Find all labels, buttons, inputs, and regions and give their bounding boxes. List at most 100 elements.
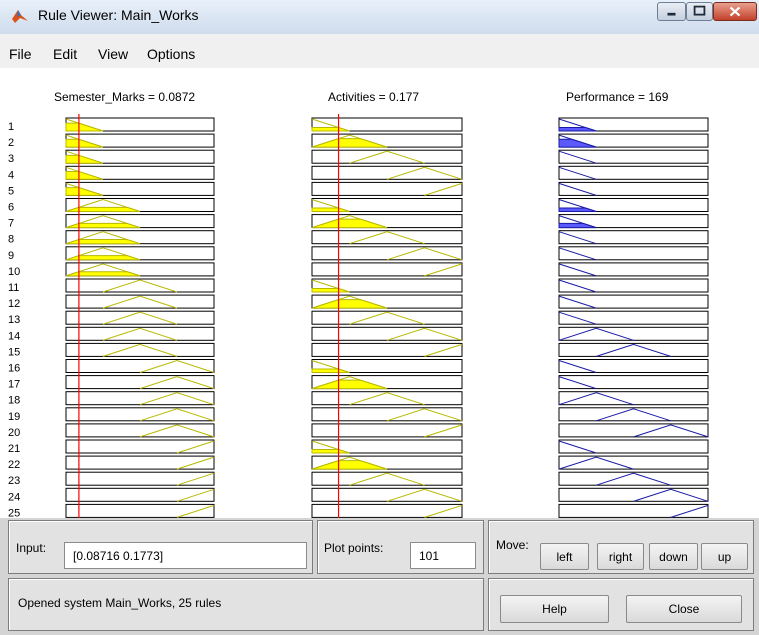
rules-plot[interactable]: 1234567891011121314151617181920212223242… — [0, 68, 759, 530]
activities-rule-box — [311, 391, 463, 406]
performance-rule-box — [558, 375, 709, 390]
semester-mf-fill — [65, 239, 141, 245]
semester-rule-box — [65, 310, 215, 325]
activities-rule-box — [311, 326, 463, 341]
activities-rule-box — [311, 487, 463, 502]
rule-number: 17 — [8, 379, 20, 391]
performance-rule-box — [558, 149, 709, 164]
activities-rule-box — [311, 471, 463, 486]
semester-rule-box — [65, 423, 215, 438]
performance-rule-box — [558, 407, 709, 422]
close-icon — [729, 6, 741, 17]
activities-rule-box — [311, 181, 463, 196]
menu-edit[interactable]: Edit — [53, 46, 77, 62]
performance-rule-box — [558, 503, 709, 518]
rule-number: 13 — [8, 314, 20, 326]
rule-number: 16 — [8, 363, 20, 375]
rule-number: 7 — [8, 218, 14, 230]
performance-rule-box — [558, 487, 709, 502]
move-up-button[interactable]: up — [701, 543, 748, 570]
rule-number: 15 — [8, 346, 20, 358]
semester-rule-box — [65, 439, 215, 454]
input-field[interactable] — [64, 542, 307, 569]
performance-rule-box — [558, 310, 709, 325]
close-window-button[interactable] — [713, 2, 757, 21]
menu-file[interactable]: File — [9, 46, 32, 62]
rule-number: 23 — [8, 475, 20, 487]
activities-rule-box — [311, 407, 463, 422]
close-button[interactable]: Close — [626, 595, 742, 623]
semester-rule-box — [65, 278, 215, 293]
performance-rule-box — [558, 455, 709, 470]
performance-rule-box — [558, 359, 709, 373]
plot-points-field[interactable] — [410, 542, 476, 569]
semester-rule-box — [65, 359, 215, 373]
rule-number: 10 — [8, 266, 20, 278]
activities-rule-box — [311, 262, 463, 277]
performance-rule-box — [558, 471, 709, 486]
plot-points-label: Plot points: — [324, 541, 384, 555]
input-group: Input: — [8, 520, 313, 574]
status-group: Opened system Main_Works, 25 rules — [8, 578, 484, 631]
rule-number: 2 — [8, 137, 14, 149]
move-right-button[interactable]: right — [597, 543, 644, 570]
performance-rule-box — [558, 181, 709, 196]
rule-number: 11 — [8, 282, 19, 294]
performance-rule-box — [558, 278, 709, 293]
performance-rule-box — [558, 246, 709, 261]
activities-rule-box — [311, 246, 463, 261]
rule-number: 12 — [8, 298, 20, 310]
minimize-button[interactable] — [657, 2, 686, 21]
menu-view[interactable]: View — [98, 46, 128, 62]
matlab-icon — [12, 10, 28, 23]
semester-rule-box — [65, 455, 215, 470]
semester-rule-box — [65, 503, 215, 518]
move-down-button[interactable]: down — [649, 543, 698, 570]
activities-rule-box — [311, 149, 463, 164]
performance-rule-box — [558, 439, 709, 454]
menu-options[interactable]: Options — [147, 46, 195, 62]
activities-rule-box — [311, 310, 463, 325]
maximize-button[interactable] — [686, 2, 713, 21]
activities-rule-box — [311, 342, 463, 357]
rule-number: 4 — [8, 169, 14, 181]
input-label: Input: — [16, 541, 47, 555]
activities-rule-box — [311, 503, 463, 518]
rule-number: 1 — [8, 121, 14, 133]
performance-rule-box — [558, 423, 709, 438]
bottom-panel: Input: Plot points: Move: left right dow… — [0, 518, 759, 635]
semester-rule-box — [65, 326, 215, 341]
performance-rule-box — [558, 294, 709, 309]
rule-number: 18 — [8, 395, 20, 407]
performance-rule-box — [558, 262, 709, 277]
performance-rule-box — [558, 230, 709, 245]
rule-number: 22 — [8, 459, 20, 471]
minimize-icon — [667, 12, 676, 16]
semester-mf-fill — [65, 271, 141, 277]
rule-number: 8 — [8, 234, 14, 246]
menu-bar: File Edit View Options — [0, 34, 759, 69]
semester-mf-fill — [65, 255, 141, 261]
plot-points-group: Plot points: — [317, 520, 484, 574]
window-title: Rule Viewer: Main_Works — [38, 7, 199, 23]
semester-rule-box — [65, 391, 215, 406]
rule-number: 3 — [8, 153, 14, 165]
semester-rule-box — [65, 407, 215, 422]
rule-number: 20 — [8, 427, 20, 439]
semester-mf-fill — [65, 222, 141, 229]
semester-rule-box — [65, 471, 215, 486]
rule-number: 24 — [8, 491, 20, 503]
performance-rule-box — [558, 391, 709, 406]
move-group: Move: left right down up — [488, 520, 754, 574]
move-label: Move: — [496, 538, 529, 552]
help-button[interactable]: Help — [500, 595, 609, 623]
rule-number: 14 — [8, 330, 20, 342]
action-group: Help Close — [488, 578, 754, 631]
activities-rule-box — [311, 165, 463, 180]
move-left-button[interactable]: left — [540, 543, 589, 570]
rule-number: 9 — [8, 250, 14, 262]
title-bar: Rule Viewer: Main_Works — [0, 0, 759, 35]
semester-mf-fill — [65, 206, 141, 212]
activities-rule-box — [311, 423, 463, 438]
semester-rule-box — [65, 342, 215, 357]
